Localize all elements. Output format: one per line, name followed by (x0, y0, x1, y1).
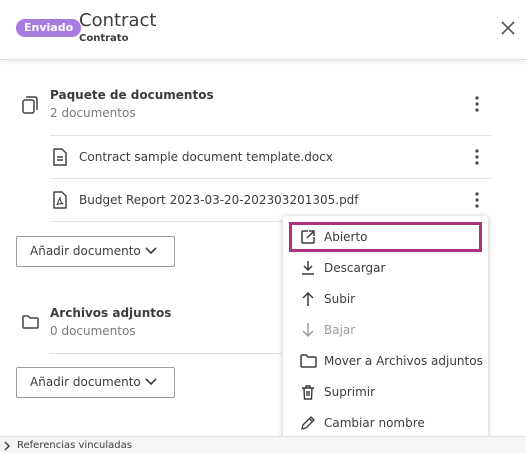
arrow-down-icon (302, 323, 314, 338)
documents-stack-icon (22, 96, 38, 114)
status-badge: Enviado (16, 19, 82, 37)
more-vertical-icon (475, 149, 479, 165)
trash-icon (302, 385, 314, 400)
menu-item-move-down: Bajar (289, 315, 482, 345)
dialog-header: Enviado Contract Contrato (0, 0, 526, 60)
close-button[interactable] (500, 20, 516, 36)
folder-icon (22, 315, 39, 329)
file-name[interactable]: Budget Report 2023-03-20-202303201305.pd… (79, 193, 359, 207)
add-document-button[interactable]: Añadir documento (16, 236, 175, 267)
file-context-menu: Abierto Descargar Subir Bajar Mover a Ar… (283, 216, 488, 444)
menu-item-move-up[interactable]: Subir (289, 284, 482, 314)
more-vertical-icon (475, 96, 479, 112)
chevron-right-icon (4, 441, 10, 451)
divider (50, 178, 492, 179)
attachments-title: Archivos adjuntos (50, 306, 172, 320)
menu-item-label: Abierto (324, 230, 368, 244)
folder-icon (300, 354, 317, 368)
package-count: 2 documentos (50, 106, 136, 120)
attachments-count: 0 documentos (50, 324, 136, 338)
file-name[interactable]: Contract sample document template.docx (79, 150, 333, 164)
linked-references-label: Referencias vinculadas (17, 440, 132, 451)
document-icon (53, 148, 67, 166)
add-attachment-label: Añadir documento (30, 375, 141, 389)
chevron-down-icon (145, 378, 157, 386)
menu-item-open[interactable]: Abierto (289, 222, 482, 252)
menu-item-rename[interactable]: Cambiar nombre (289, 408, 482, 438)
chevron-down-icon (145, 247, 157, 255)
menu-item-move-to-attachments[interactable]: Mover a Archivos adjuntos (289, 346, 483, 376)
add-document-label: Añadir documento (30, 244, 141, 258)
menu-item-label: Bajar (324, 323, 356, 337)
file-more-button[interactable] (469, 147, 485, 167)
file-more-button[interactable] (469, 190, 485, 210)
package-title: Paquete de documentos (50, 88, 214, 102)
pencil-icon (301, 416, 315, 430)
open-external-icon (301, 230, 315, 244)
linked-references-bar[interactable]: Referencias vinculadas (0, 436, 526, 453)
menu-item-label: Suprimir (324, 385, 376, 399)
divider (50, 221, 282, 222)
page-title: Contract (79, 10, 157, 31)
package-more-button[interactable] (469, 94, 485, 114)
close-icon (501, 21, 515, 35)
menu-item-label: Subir (324, 292, 356, 306)
add-attachment-button[interactable]: Añadir documento (16, 367, 175, 398)
download-icon (302, 261, 314, 275)
divider (50, 135, 492, 136)
arrow-up-icon (302, 291, 314, 306)
more-vertical-icon (475, 192, 479, 208)
menu-item-download[interactable]: Descargar (289, 253, 482, 283)
divider (50, 353, 282, 354)
page-subtitle: Contrato (79, 33, 129, 44)
menu-item-delete[interactable]: Suprimir (289, 377, 482, 407)
pdf-icon (53, 191, 67, 209)
menu-item-label: Cambiar nombre (324, 416, 425, 430)
menu-item-label: Descargar (324, 261, 386, 275)
menu-item-label: Mover a Archivos adjuntos (324, 354, 483, 368)
